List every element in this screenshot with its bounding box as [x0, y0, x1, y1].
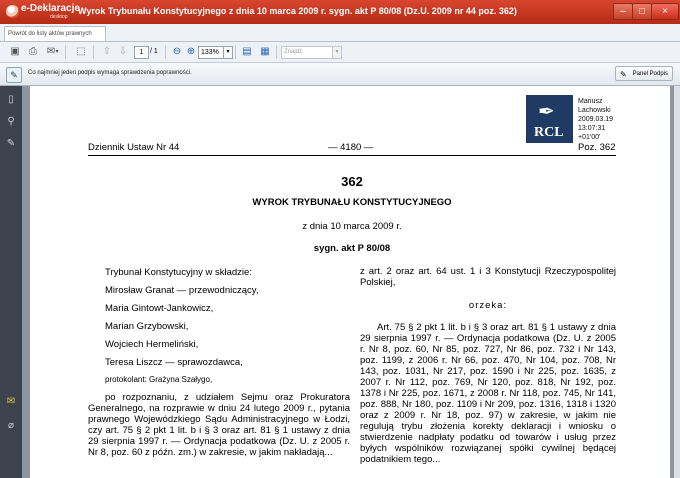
fit-width-icon[interactable]: ▦ [258, 45, 272, 59]
position-header: Poz. 362 [578, 142, 616, 153]
constitution-intro: z art. 2 oraz art. 64 ust. 1 i 3 Konstyt… [360, 266, 616, 288]
signature-message-bar: ✎ Co najmniej jeden podpis wymaga sprawd… [0, 63, 680, 86]
toolbar-divider [276, 45, 277, 59]
case-reference: sygn. akt P 80/08 [313, 243, 391, 254]
judge-name: Wojciech Hermeliński, [105, 339, 199, 350]
maximize-button[interactable]: □ [632, 3, 652, 20]
zoom-out-icon[interactable]: ⊖ [170, 45, 184, 59]
pdf-toolbar: ▣ ⎙ ✉ ▾ ⬚ ⇧ ⇩ 1 / 1 ⊖ ⊕ 133% ▾ ▤ ▦ Znajd… [0, 42, 680, 63]
tab-bar: Powrót do listy aktów prawnych [0, 24, 680, 42]
save-icon[interactable]: ▣ [8, 45, 22, 59]
close-button[interactable]: × [651, 3, 679, 20]
document-heading: WYROK TRYBUNAŁU KONSTYTUCYJNEGO [252, 197, 452, 208]
zoom-level-input[interactable]: 133% [198, 46, 226, 59]
minimize-button[interactable]: – [613, 3, 633, 20]
document-page: ✒ RCL Mariusz Lachowski 2009.03.19 13:07… [30, 86, 670, 478]
toolbar-divider [93, 45, 94, 59]
signature-panel-icon: ✎ [620, 70, 627, 79]
print-icon[interactable]: ⎙ [26, 45, 40, 59]
signer-last-name: Lachowski [578, 107, 611, 114]
signatures-icon[interactable]: ✎ [5, 138, 17, 150]
signature-panel-label: Panel Podpis [632, 71, 668, 77]
email-dropdown-icon[interactable]: ▾ [54, 45, 60, 59]
previous-page-icon[interactable]: ⇧ [100, 45, 114, 59]
judge-name: Maria Gintowt-Jankowicz, [105, 303, 214, 314]
composition-line: Trybunał Konstytucyjny w składzie: [105, 267, 252, 278]
document-date: z dnia 10 marca 2009 r. [302, 221, 402, 232]
rcl-logo-text: RCL [534, 125, 564, 140]
title-bar: e-Deklaracje desktop Wyrok Trybunału Kon… [0, 0, 680, 24]
window-title: Wyrok Trybunału Konstytucyjnego z dnia 1… [78, 6, 517, 16]
page-total: / 1 [150, 48, 158, 55]
judge-name: Marian Grzybowski, [105, 321, 189, 332]
signature-message-text: Co najmniej jeden podpis wymaga sprawdze… [28, 70, 192, 76]
rcl-logo: ✒ RCL [526, 95, 573, 143]
toolbar-divider [165, 45, 166, 59]
signature-warning-icon: ✎ [6, 67, 22, 83]
header-rule [88, 155, 616, 156]
signature-date: 2009.03.19 [578, 116, 614, 123]
ruling-paragraph: Art. 75 § 2 pkt 1 lit. b i § 3 oraz art.… [360, 322, 616, 465]
logo-icon [6, 5, 19, 18]
comments-icon[interactable]: ✉ [5, 396, 17, 408]
signer-first-name: Mariusz [578, 98, 603, 105]
zoom-in-icon[interactable]: ⊕ [184, 45, 198, 59]
page-header-number: — 4180 — [328, 142, 374, 153]
protocol-line: protokolant: Grażyna Szałygo, [105, 375, 213, 384]
toolbar-divider [235, 45, 236, 59]
app-logo-sub: desktop [50, 14, 68, 20]
zoom-dropdown-icon[interactable]: ▾ [223, 46, 233, 59]
page-number-input[interactable]: 1 [134, 46, 149, 59]
signature-panel-button[interactable]: ✎ Panel Podpis [615, 66, 673, 81]
judge-name: Mirosław Granat — przewodniczący, [105, 285, 259, 296]
ruling-heading: orzeka: [468, 300, 508, 311]
digital-signature-info: Mariusz Lachowski 2009.03.19 13:07:31 +0… [578, 97, 613, 142]
fit-page-icon[interactable]: ▤ [240, 45, 254, 59]
judge-name: Teresa Liszcz — sprawozdawca, [105, 357, 243, 368]
toolbar-divider [65, 45, 66, 59]
back-to-list-label: Powrót do listy aktów prawnych [8, 31, 92, 37]
find-input[interactable]: Znajdź [281, 46, 335, 59]
app-logo: e-Deklaracje desktop [6, 3, 80, 21]
position-number: 362 [341, 174, 363, 189]
journal-header: Dziennik Ustaw Nr 44 [88, 142, 180, 153]
find-dropdown-icon[interactable]: ▾ [332, 46, 342, 59]
app-logo-name: e-Deklaracje [21, 3, 80, 14]
signature-timezone: +01'00' [578, 134, 601, 141]
left-paragraph: po rozpoznaniu, z udziałem Sejmu oraz Pr… [88, 392, 350, 458]
feather-icon: ✒ [538, 101, 555, 123]
next-page-icon[interactable]: ⇩ [116, 45, 130, 59]
navigation-rail: ▯ ⚲ ✎ ✉ ⌀ [0, 86, 22, 478]
signature-time: 13:07:31 [578, 125, 606, 132]
paperclip-icon[interactable]: ⌀ [5, 420, 17, 432]
document-viewport[interactable]: ✒ RCL Mariusz Lachowski 2009.03.19 13:07… [22, 86, 674, 478]
select-tool-icon[interactable]: ⬚ [74, 45, 88, 59]
back-to-list-tab[interactable]: Powrót do listy aktów prawnych [4, 26, 106, 41]
vertical-scrollbar[interactable] [674, 86, 680, 478]
pages-icon[interactable]: ▯ [5, 94, 17, 106]
attachments-icon[interactable]: ⚲ [5, 116, 17, 128]
